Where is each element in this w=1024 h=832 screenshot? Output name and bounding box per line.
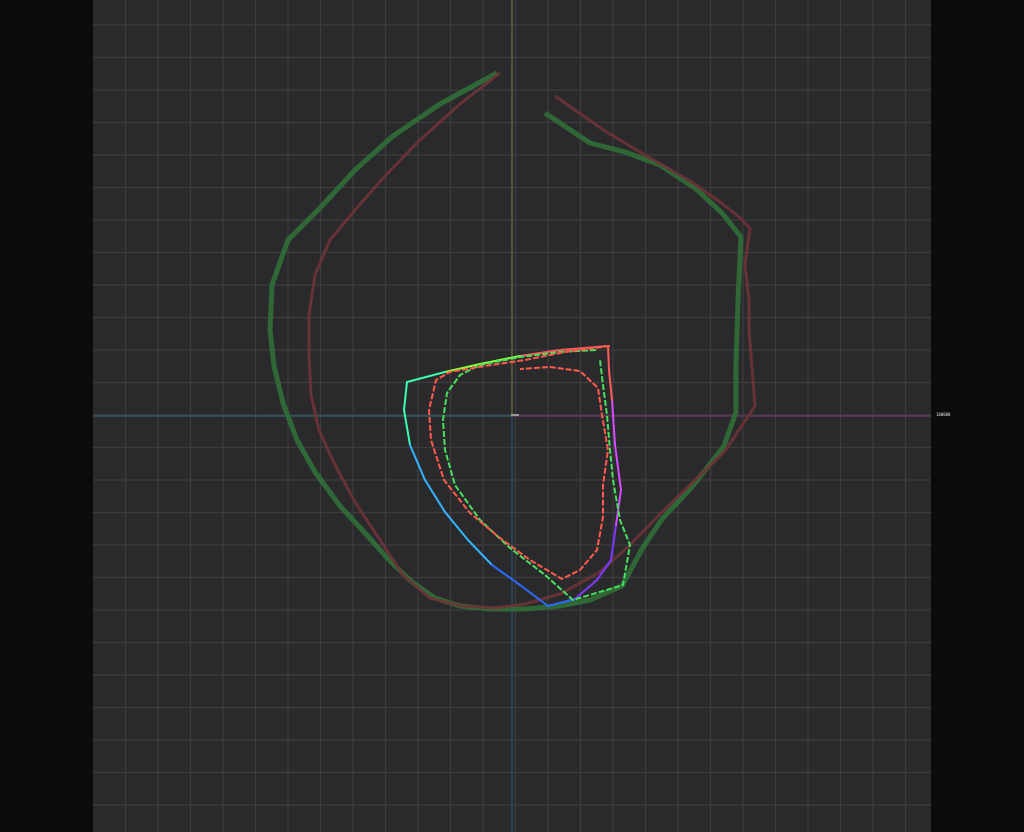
- gamut-plot[interactable]: [0, 0, 1024, 832]
- axis-readout-label: 100000: [936, 412, 951, 417]
- gamut-viewport[interactable]: 100000: [0, 0, 1024, 832]
- origin-marker: [511, 414, 519, 416]
- rainbow-outline-segment: [607, 345, 610, 371]
